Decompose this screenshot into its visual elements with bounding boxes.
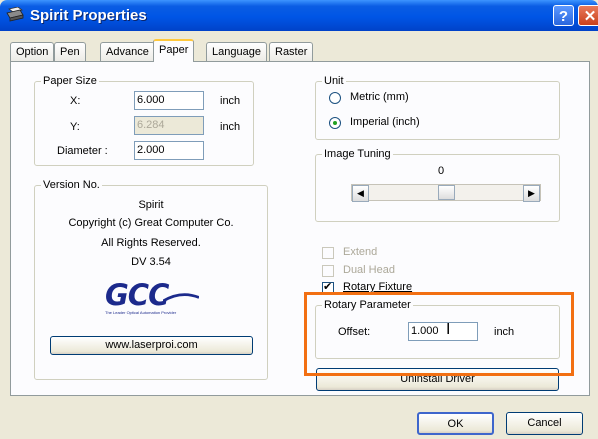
close-button[interactable]: ✕ — [578, 5, 598, 26]
imperial-radio[interactable] — [329, 117, 341, 129]
extend-checkbox — [322, 247, 334, 259]
metric-label[interactable]: Metric (mm) — [350, 91, 409, 103]
gcc-logo: GCC The Leader Optical Automation Provid… — [103, 278, 203, 318]
x-label: X: — [70, 95, 81, 107]
extend-label: Extend — [343, 246, 378, 258]
title-bar[interactable]: Spirit Properties ? ✕ — [0, 0, 598, 31]
x-unit-label: inch — [220, 95, 241, 107]
gcc-logo-text: GCC — [105, 278, 169, 312]
gcc-logo-tagline: The Leader Optical Automation Provider — [105, 310, 177, 315]
diameter-input[interactable]: 2.000 — [134, 141, 204, 160]
paper-size-legend: Paper Size — [41, 75, 99, 87]
diameter-label: Diameter : — [57, 145, 108, 157]
version-group: Version No. Spirit Copyright (c) Great C… — [34, 179, 268, 380]
cancel-button[interactable]: Cancel — [506, 412, 583, 435]
unit-group: Unit Metric (mm) Imperial (inch) — [315, 75, 560, 140]
tuning-scrollbar[interactable]: ◀ ▶ — [351, 184, 541, 202]
website-button[interactable]: www.laserproi.com — [50, 336, 253, 355]
version-legend: Version No. — [41, 179, 102, 191]
build-version: DV 3.54 — [131, 256, 171, 268]
properties-window: Spirit Properties ? ✕ Option Pen Advance… — [0, 0, 598, 439]
tab-language[interactable]: Language — [206, 42, 267, 61]
help-button[interactable]: ? — [553, 5, 574, 26]
y-input: 6.284 — [134, 116, 204, 135]
tuning-value: 0 — [438, 165, 445, 177]
dialog-content: Option Pen Advance Paper Language Raster… — [3, 31, 595, 439]
tab-option[interactable]: Option — [10, 42, 55, 61]
gcc-logo-swoosh — [163, 293, 199, 303]
printer-icon — [6, 7, 24, 22]
dual-head-label: Dual Head — [343, 264, 395, 276]
paper-tab-panel: Paper Size X: 6.000 inch Y: 6.284 inch D… — [10, 61, 590, 396]
highlight-box — [304, 292, 574, 376]
unit-legend: Unit — [322, 75, 346, 87]
scroll-thumb[interactable] — [437, 185, 455, 200]
tab-raster[interactable]: Raster — [269, 42, 314, 61]
image-tuning-legend: Image Tuning — [322, 148, 393, 160]
tab-paper[interactable]: Paper — [153, 39, 195, 62]
ok-button[interactable]: OK — [417, 412, 494, 435]
y-label: Y: — [70, 121, 80, 133]
dual-head-checkbox — [322, 265, 334, 277]
scroll-left-button[interactable]: ◀ — [352, 185, 369, 202]
scroll-right-button[interactable]: ▶ — [523, 185, 540, 202]
x-input[interactable]: 6.000 — [134, 91, 204, 110]
tab-advance[interactable]: Advance — [100, 42, 155, 61]
product-name: Spirit — [138, 199, 164, 211]
y-unit-label: inch — [220, 121, 241, 133]
copyright-text: Copyright (c) Great Computer Co. — [68, 217, 234, 229]
image-tuning-group: Image Tuning 0 ◀ ▶ — [315, 148, 560, 222]
imperial-label[interactable]: Imperial (inch) — [350, 116, 420, 128]
tab-pen[interactable]: Pen — [54, 42, 86, 61]
paper-size-group: Paper Size X: 6.000 inch Y: 6.284 inch D… — [34, 75, 254, 166]
window-title: Spirit Properties — [30, 7, 147, 24]
metric-radio[interactable] — [329, 92, 341, 104]
rights-text: All Rights Reserved. — [101, 237, 201, 249]
